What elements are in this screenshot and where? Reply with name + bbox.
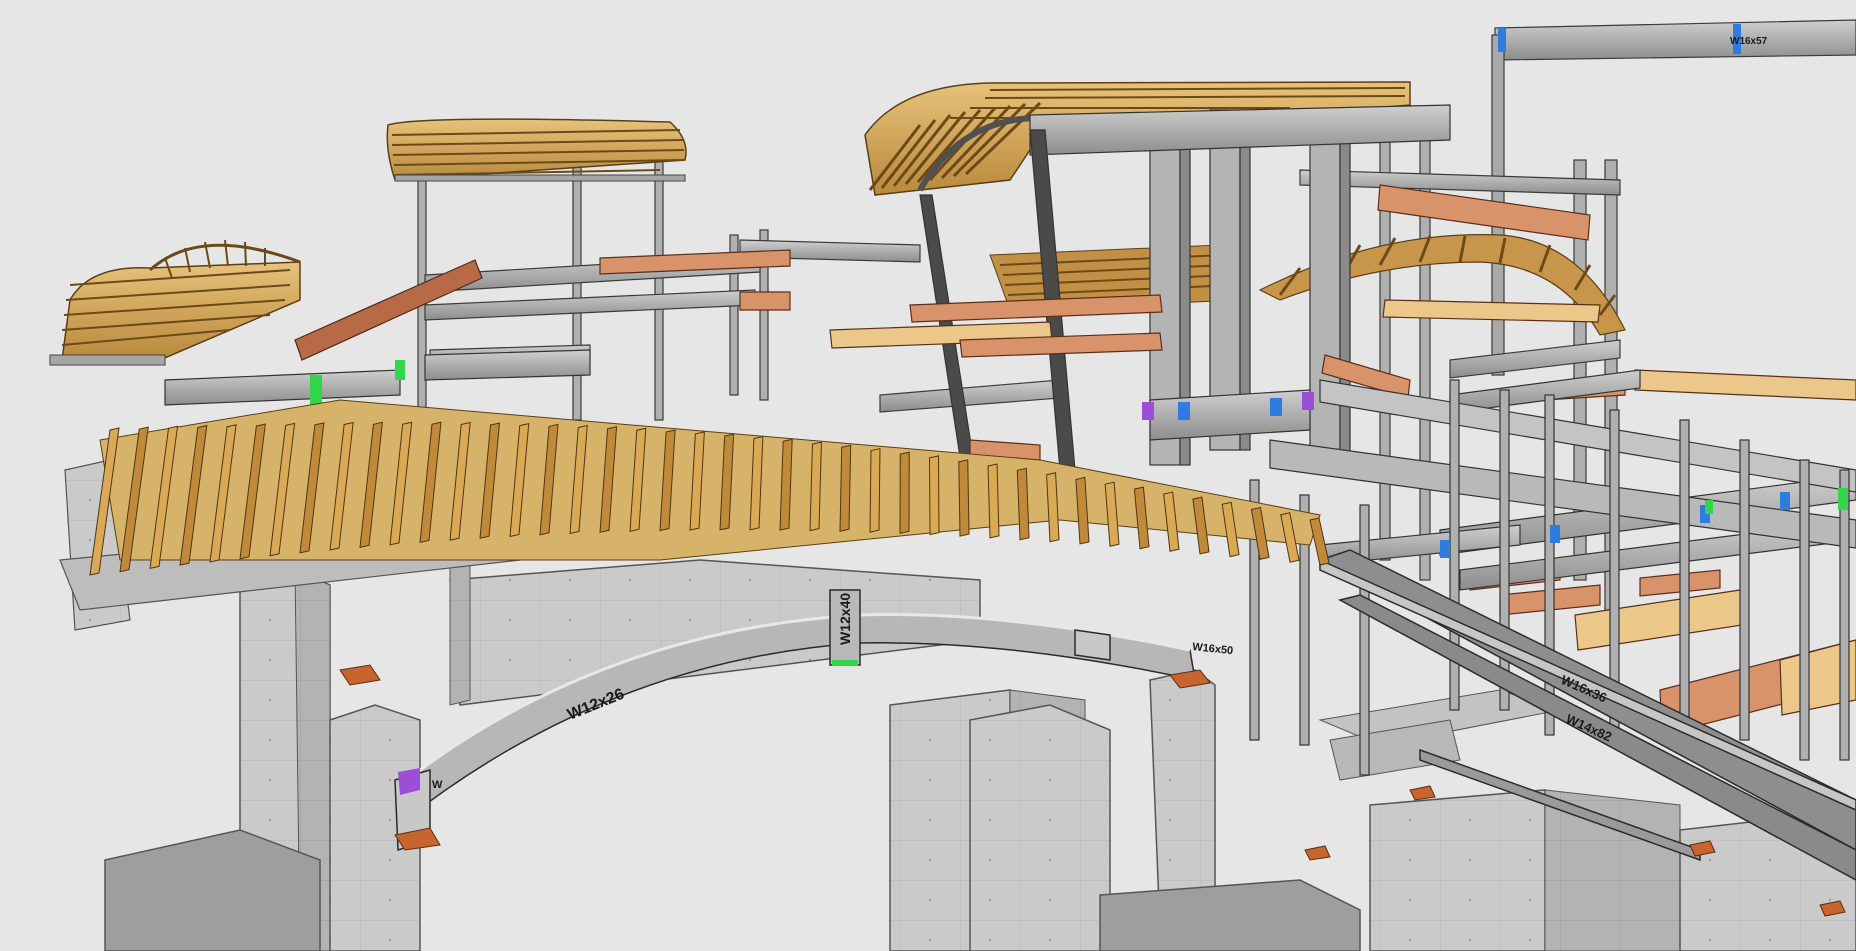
main-joist-deck: [89, 399, 1330, 576]
timber-joist: [899, 451, 910, 534]
label-short-beam: W16x50: [1192, 641, 1234, 657]
timber-joist: [809, 441, 822, 532]
timber-joist: [869, 447, 881, 533]
model-viewport[interactable]: W12x26 W12x40 W14x82 W16x36 W16x50 W16x5…: [0, 0, 1856, 951]
timber-joist: [839, 444, 852, 532]
timber-vault-center-left: [386, 118, 687, 182]
timber-vault-left: [49, 239, 301, 366]
timber-joist: [987, 463, 1000, 539]
label-post: W12x40: [837, 593, 853, 645]
3d-structural-model-view[interactable]: W12x26 W12x40 W14x82 W16x36 W16x50 W16x5…: [0, 0, 1856, 951]
label-side-beam: W16x57: [1730, 36, 1768, 47]
label-small-w: W: [432, 779, 443, 791]
timber-joist: [1309, 517, 1330, 566]
timber-joist: [929, 455, 940, 536]
timber-joist: [958, 459, 970, 537]
